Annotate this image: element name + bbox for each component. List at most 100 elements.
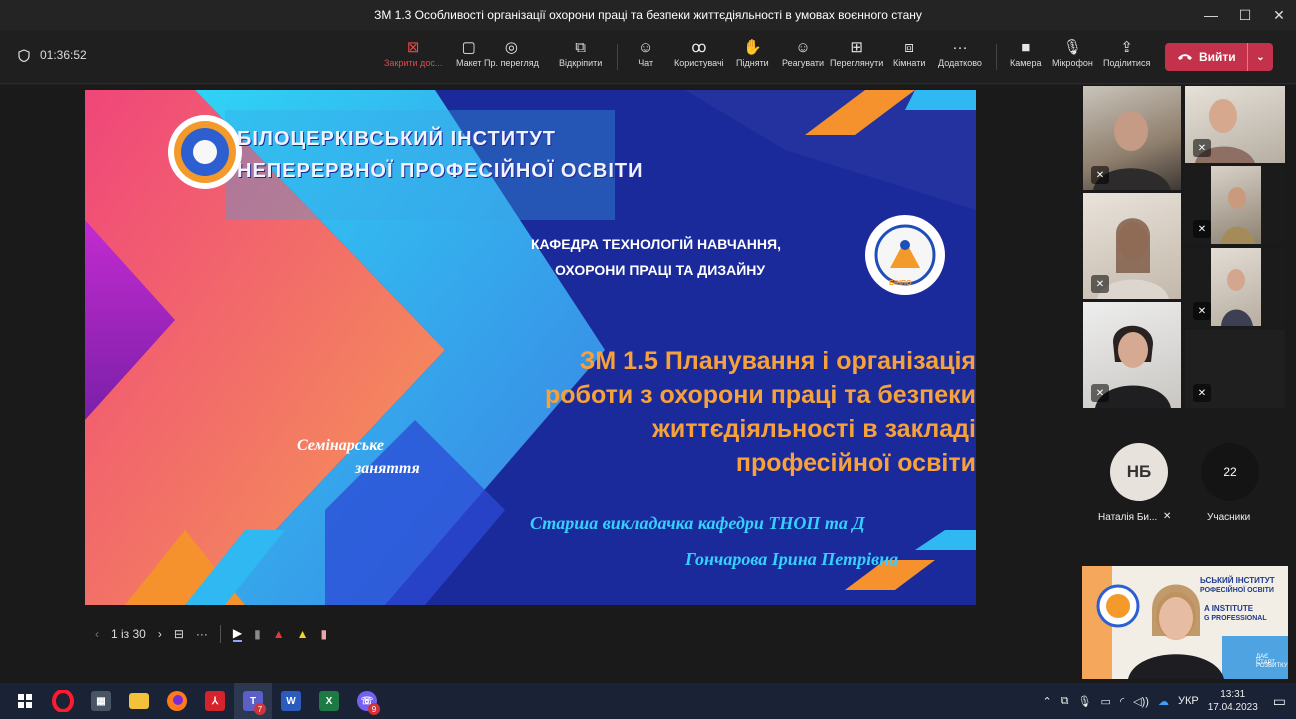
react-icon: ☺: [795, 39, 811, 56]
taskbar-excel[interactable]: X: [310, 683, 348, 719]
lesson-topic: ЗМ 1.5 Планування і організація роботи з…: [216, 344, 976, 480]
language-indicator[interactable]: УКР: [1178, 695, 1199, 707]
participant-video[interactable]: ✕: [1083, 302, 1181, 408]
participant-video[interactable]: ✕: [1083, 193, 1181, 299]
view-button[interactable]: ⊞ Переглянути: [830, 38, 883, 68]
notification-badge: 9: [368, 703, 380, 715]
mic-muted-icon: ✕: [1193, 139, 1211, 157]
microphone-in-use-icon[interactable]: 🎙: [1078, 695, 1092, 708]
taskbar-opera[interactable]: [44, 683, 82, 719]
minimize-button[interactable]: —: [1194, 0, 1228, 30]
participant-name: Наталія Би...: [1098, 512, 1158, 523]
presenter-banner-text: ЬСЬКИЙ ІНСТИТУТ: [1200, 576, 1275, 585]
wifi-icon[interactable]: ◜: [1120, 695, 1124, 708]
seminar-label-line1: Семінарське: [297, 437, 384, 454]
popout-button[interactable]: ⧉ Відкріпити: [559, 38, 602, 68]
popout-icon: ⧉: [575, 39, 586, 56]
presenter-view-button[interactable]: ◎ Пр. перегляд: [484, 38, 539, 68]
clock-time: 13:31: [1220, 689, 1246, 700]
camera-button[interactable]: ■ Камера: [1010, 38, 1041, 68]
microphone-button[interactable]: 🎙 Мікрофон: [1052, 38, 1093, 68]
opera-icon: [52, 690, 74, 712]
taskbar-firefox[interactable]: [158, 683, 196, 719]
battery-icon[interactable]: ▭: [1101, 695, 1111, 708]
maximize-button[interactable]: ☐: [1228, 0, 1262, 30]
rooms-icon: ⧈: [904, 39, 914, 56]
eraser-icon[interactable]: ▮: [321, 627, 328, 641]
start-button[interactable]: [6, 683, 44, 719]
clock-date: 17.04.2023: [1207, 702, 1258, 713]
presenter-banner-text: G PROFESSIONAL: [1204, 615, 1267, 622]
more-icon: ···: [952, 39, 968, 56]
chevron-up-icon[interactable]: ⌃: [1042, 695, 1051, 708]
stop-share-icon: ⊠: [406, 39, 420, 56]
chevron-down-icon[interactable]: ⌄: [1247, 43, 1273, 71]
participant-video[interactable]: ✕: [1185, 86, 1285, 163]
taskbar-file-explorer[interactable]: [120, 683, 158, 719]
meet-now-icon[interactable]: ⧉: [1061, 695, 1069, 708]
preview-icon: ◎: [504, 39, 518, 56]
leave-button[interactable]: Вийти ⌄: [1165, 43, 1273, 71]
system-clock[interactable]: 13:31 17.04.2023: [1208, 688, 1258, 714]
people-icon: ꝏ: [691, 39, 707, 56]
previous-slide-icon[interactable]: ‹: [95, 627, 99, 641]
nav-divider: [219, 625, 221, 643]
presenter-video[interactable]: ЬСЬКИЙ ІНСТИТУТ РОФЕСІЙНОЇ ОСВІТИ A INST…: [1082, 566, 1288, 679]
seminar-label-line2: заняття: [355, 460, 420, 477]
department-line1: КАФЕДРА ТЕХНОЛОГІЙ НАВЧАННЯ,: [531, 236, 781, 252]
more-options-icon[interactable]: ···: [196, 627, 208, 641]
participants-label: Учасники: [1207, 512, 1251, 523]
more-button[interactable]: ··· Додатково: [938, 38, 982, 68]
rooms-button[interactable]: ⧈ Кімнати: [893, 38, 925, 68]
participant-avatar[interactable]: НБ: [1110, 443, 1168, 501]
laser-pen-icon[interactable]: ▮: [254, 627, 261, 641]
participant-tile-no-video[interactable]: ✕: [1185, 330, 1285, 408]
presenter-banner-text: РОЗВИТКУ: [1256, 663, 1288, 669]
onedrive-icon[interactable]: ☁: [1158, 695, 1169, 708]
title-bar: ЗМ 1.3 Особливості організації охорони п…: [0, 0, 1296, 30]
react-button[interactable]: ☺ Реагувати: [782, 38, 824, 68]
thumbnails-icon[interactable]: ⊟: [174, 627, 184, 641]
meeting-toolbar: 01:36:52 ⊠ Закрити дос... ▢ Макет ◎ Пр. …: [0, 30, 1296, 84]
notification-badge: 7: [254, 703, 266, 715]
participant-video[interactable]: ✕: [1185, 166, 1285, 244]
participant-video[interactable]: ✕: [1083, 86, 1181, 190]
window-controls: — ☐ ✕: [1194, 0, 1296, 30]
share-icon: ⇪: [1120, 39, 1133, 56]
windows-logo-icon: [18, 694, 32, 708]
author-name: Гончарова Ірина Петрівна: [685, 549, 899, 569]
highlighter-icon[interactable]: ▲: [297, 627, 309, 641]
timer-text: 01:36:52: [40, 48, 87, 62]
raise-hand-button[interactable]: ✋ Підняти: [736, 38, 769, 68]
red-pen-icon[interactable]: ▲: [273, 627, 285, 641]
mic-muted-icon: ✕: [1193, 302, 1211, 320]
taskbar-teams[interactable]: T 7: [234, 683, 272, 719]
stop-sharing-button[interactable]: ⊠ Закрити дос...: [384, 38, 442, 68]
taskbar-viber[interactable]: ☏ 9: [348, 683, 386, 719]
department-line2: ОХОРОНИ ПРАЦІ ТА ДИЗАЙНУ: [555, 262, 766, 278]
participants-count-button[interactable]: 22: [1201, 443, 1259, 501]
calculator-icon: ▦: [91, 691, 111, 711]
people-button[interactable]: ꝏ Користувачі: [674, 38, 724, 68]
taskbar-acrobat[interactable]: ⅄: [196, 683, 234, 719]
author-position: Старша викладачка кафедри ТНОП та Д: [530, 513, 865, 533]
participant-video[interactable]: ✕: [1185, 248, 1285, 326]
volume-icon[interactable]: ◁)): [1133, 695, 1149, 708]
system-tray: ⌃ ⧉ 🎙 ▭ ◜ ◁)) ☁ УКР 13:31 17.04.2023 ▭: [1042, 683, 1296, 719]
pointer-tool-icon[interactable]: ▶: [232, 626, 243, 642]
mic-muted-icon: ✕: [1091, 166, 1109, 184]
layout-icon: ▢: [461, 39, 476, 56]
hang-up-icon: [1178, 54, 1192, 60]
share-button[interactable]: ⇪ Поділитися: [1103, 38, 1150, 68]
taskbar-calculator[interactable]: ▦: [82, 683, 120, 719]
next-slide-icon[interactable]: ›: [158, 627, 162, 641]
topic-line: ЗМ 1.5 Планування і організація: [579, 347, 976, 375]
layout-button[interactable]: ▢ Макет: [456, 38, 481, 68]
chat-button[interactable]: ☺ Чат: [638, 38, 653, 68]
toolbar-divider: [996, 44, 997, 70]
notifications-icon[interactable]: ▭: [1273, 693, 1286, 710]
taskbar-word[interactable]: W: [272, 683, 310, 719]
folder-icon: [129, 693, 149, 709]
meeting-timer: 01:36:52: [18, 48, 87, 62]
close-button[interactable]: ✕: [1262, 0, 1296, 30]
